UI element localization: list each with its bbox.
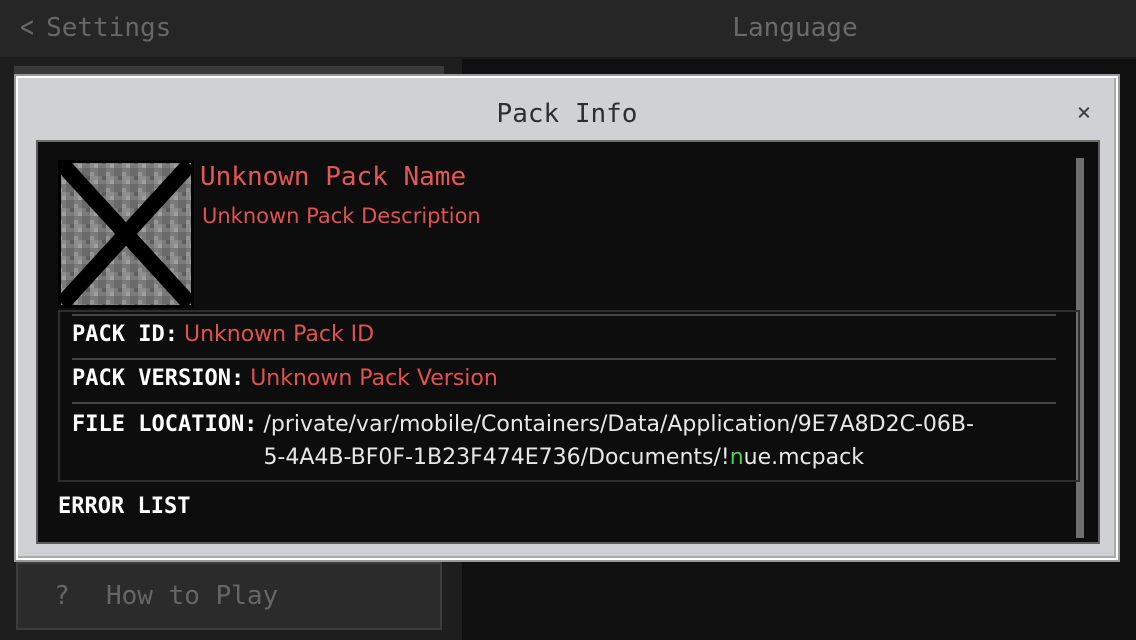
pack-description: Unknown Pack Description	[202, 204, 481, 228]
sidebar-item-how-to-play[interactable]: ? How to Play	[16, 562, 442, 630]
pack-info-dialog: Pack Info × Unknown Pack Name Unknown Pa…	[16, 76, 1118, 560]
pack-version-row: PACK VERSION: Unknown Pack Version	[72, 366, 1066, 391]
file-location-line1: /private/var/mobile/Containers/Data/Appl…	[263, 412, 974, 437]
file-location-line2-pre: 5-4A4B-BF0F-1B23F474E736/Documents/!	[263, 445, 730, 470]
back-button[interactable]: < Settings	[18, 10, 171, 46]
screen-title: Language	[732, 13, 858, 43]
pack-version-value: Unknown Pack Version	[250, 366, 498, 391]
pack-id-label: PACK ID:	[72, 322, 178, 347]
pack-id-row: PACK ID: Unknown Pack ID	[72, 322, 1066, 347]
file-location-label: FILE LOCATION:	[72, 412, 258, 437]
question-icon: ?	[54, 581, 70, 611]
divider	[72, 358, 1056, 360]
dialog-title: Pack Info	[496, 99, 638, 129]
file-location-highlight: n	[729, 445, 744, 470]
missing-texture-icon	[58, 160, 194, 308]
dialog-content: Unknown Pack Name Unknown Pack Descripti…	[36, 140, 1100, 544]
file-location-row: FILE LOCATION: /private/var/mobile/Conta…	[72, 408, 1068, 474]
file-location-value: /private/var/mobile/Containers/Data/Appl…	[263, 408, 973, 474]
divider	[72, 402, 1056, 404]
close-button[interactable]: ×	[1070, 98, 1098, 126]
sidebar-item-label: How to Play	[106, 581, 279, 611]
back-label: Settings	[46, 13, 172, 43]
chevron-left-icon: <	[20, 10, 34, 45]
divider	[72, 314, 1056, 316]
pack-id-value: Unknown Pack ID	[183, 322, 375, 347]
pack-version-label: PACK VERSION:	[72, 366, 245, 391]
pack-details: PACK ID: Unknown Pack ID PACK VERSION: U…	[58, 310, 1080, 482]
error-list-heading: ERROR LIST	[58, 494, 191, 519]
pack-name: Unknown Pack Name	[200, 162, 467, 192]
file-location-line2-post: ue.mcpack	[743, 445, 864, 470]
